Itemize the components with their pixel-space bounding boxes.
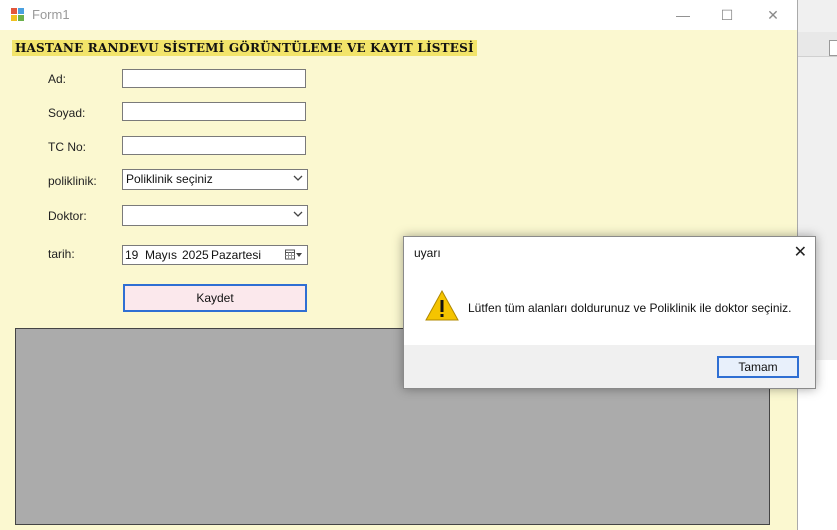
warning-dialog: uyarı ✕ Lütfen tüm alanları doldurunuz v… xyxy=(403,236,816,389)
ad-input[interactable] xyxy=(122,69,306,88)
date-month: Mayıs xyxy=(145,248,178,262)
label-soyad: Soyad: xyxy=(48,106,86,120)
form-heading: HASTANE RANDEVU SİSTEMİ GÖRÜNTÜLEME VE K… xyxy=(12,40,477,56)
title-bar[interactable]: Form1 — ☐ ✕ xyxy=(0,0,797,30)
label-ad: Ad: xyxy=(48,72,67,86)
label-doktor: Doktor: xyxy=(48,209,87,223)
dialog-close-icon[interactable]: ✕ xyxy=(794,242,807,262)
background-button xyxy=(829,40,837,56)
poliklinik-select[interactable]: Poliklinik seçiniz xyxy=(122,169,308,190)
warning-icon xyxy=(425,290,459,321)
tamam-button[interactable]: Tamam xyxy=(717,356,799,378)
tarih-datepicker[interactable]: 19 Mayıs 2025 Pazartesi xyxy=(122,245,308,265)
dialog-title: uyarı xyxy=(414,246,441,260)
poliklinik-selected-value: Poliklinik seçiniz xyxy=(126,172,213,186)
close-icon: ✕ xyxy=(767,6,779,23)
maximize-button[interactable]: ☐ xyxy=(704,0,750,30)
kaydet-button[interactable]: Kaydet xyxy=(123,284,307,312)
window-title: Form1 xyxy=(32,7,70,22)
tcno-input[interactable] xyxy=(122,136,306,155)
calendar-dropdown-icon[interactable] xyxy=(285,249,303,261)
label-tarih: tarih: xyxy=(48,247,75,261)
maximize-icon: ☐ xyxy=(720,6,734,23)
close-button[interactable]: ✕ xyxy=(750,0,796,30)
chevron-down-icon xyxy=(293,175,303,181)
chevron-down-icon xyxy=(293,211,303,217)
doktor-select[interactable] xyxy=(122,205,308,226)
date-day: 19 xyxy=(125,248,139,262)
soyad-input[interactable] xyxy=(122,102,306,121)
app-icon xyxy=(11,8,24,21)
label-tcno: TC No: xyxy=(48,140,87,154)
minimize-button[interactable]: — xyxy=(660,0,706,30)
minimize-icon: — xyxy=(676,7,690,23)
dialog-message: Lütfen tüm alanları doldurunuz ve Polikl… xyxy=(468,301,792,315)
label-poliklinik: poliklinik: xyxy=(48,174,97,188)
date-weekday: Pazartesi xyxy=(211,248,262,262)
date-year: 2025 xyxy=(182,248,209,262)
